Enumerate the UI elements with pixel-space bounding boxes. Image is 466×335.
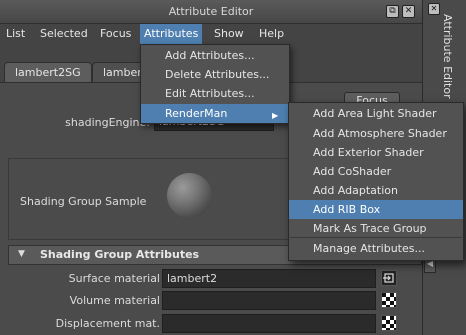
displacement-material-field[interactable] [162,314,376,333]
float-window-button[interactable]: ⧉ [386,5,399,18]
volume-material-map-button[interactable] [381,292,397,308]
menu-item-edit-attributes[interactable]: Edit Attributes... [141,84,289,103]
menu-item-mark-as-trace-group[interactable]: Mark As Trace Group [289,219,463,238]
menu-item-add-rib-box[interactable]: Add RIB Box [289,200,463,219]
close-window-button[interactable]: ✕ [402,5,415,18]
surface-material-label: Surface material [68,272,160,285]
volume-material-field[interactable] [162,291,376,310]
menu-item-add-exterior-shader[interactable]: Add Exterior Shader [289,143,463,162]
menu-selected[interactable]: Selected [36,24,92,44]
menu-item-add-coshader[interactable]: Add CoShader [289,162,463,181]
menu-help[interactable]: Help [255,24,288,44]
displacement-material-map-button[interactable] [381,315,397,331]
menu-item-add-adaptation[interactable]: Add Adaptation [289,181,463,200]
output-connection-icon [383,273,394,283]
sample-label: Shading Group Sample [20,195,147,208]
volume-material-label: Volume material [69,294,160,307]
menu-item-add-area-light-shader[interactable]: Add Area Light Shader [289,104,463,123]
menu-attributes[interactable]: Attributes [140,24,203,44]
menu-focus[interactable]: Focus [96,24,135,44]
dock-close-button[interactable]: ✕ [428,3,440,15]
menu-item-manage-attributes[interactable]: Manage Attributes... [289,239,463,258]
displacement-material-label: Displacement mat. [55,317,160,330]
surface-material-connect-button[interactable] [381,270,397,286]
window-title: Attribute Editor [168,5,254,18]
shading-engine-label: shadingEngine: [65,116,150,129]
menu-item-delete-attributes[interactable]: Delete Attributes... [141,65,289,84]
surface-material-field[interactable]: lambert2 [162,269,376,288]
menu-list[interactable]: List [2,24,29,44]
checker-map-icon [382,316,396,330]
collapse-triangle-icon[interactable]: ▼ [18,249,25,259]
shader-sample-sphere [167,173,212,218]
menu-item-add-attributes[interactable]: Add Attributes... [141,46,289,65]
submenu-arrow-icon: ▶ [272,111,279,120]
tab-lambert2sg[interactable]: lambert2SG [4,62,92,82]
menu-item-renderman[interactable]: RenderMan [141,104,289,123]
menu-separator [290,237,462,238]
menu-item-add-atmosphere-shader[interactable]: Add Atmosphere Shader [289,124,463,143]
checker-map-icon [382,293,396,307]
menu-show[interactable]: Show [210,24,248,44]
shading-group-section-title[interactable]: Shading Group Attributes [40,247,199,263]
